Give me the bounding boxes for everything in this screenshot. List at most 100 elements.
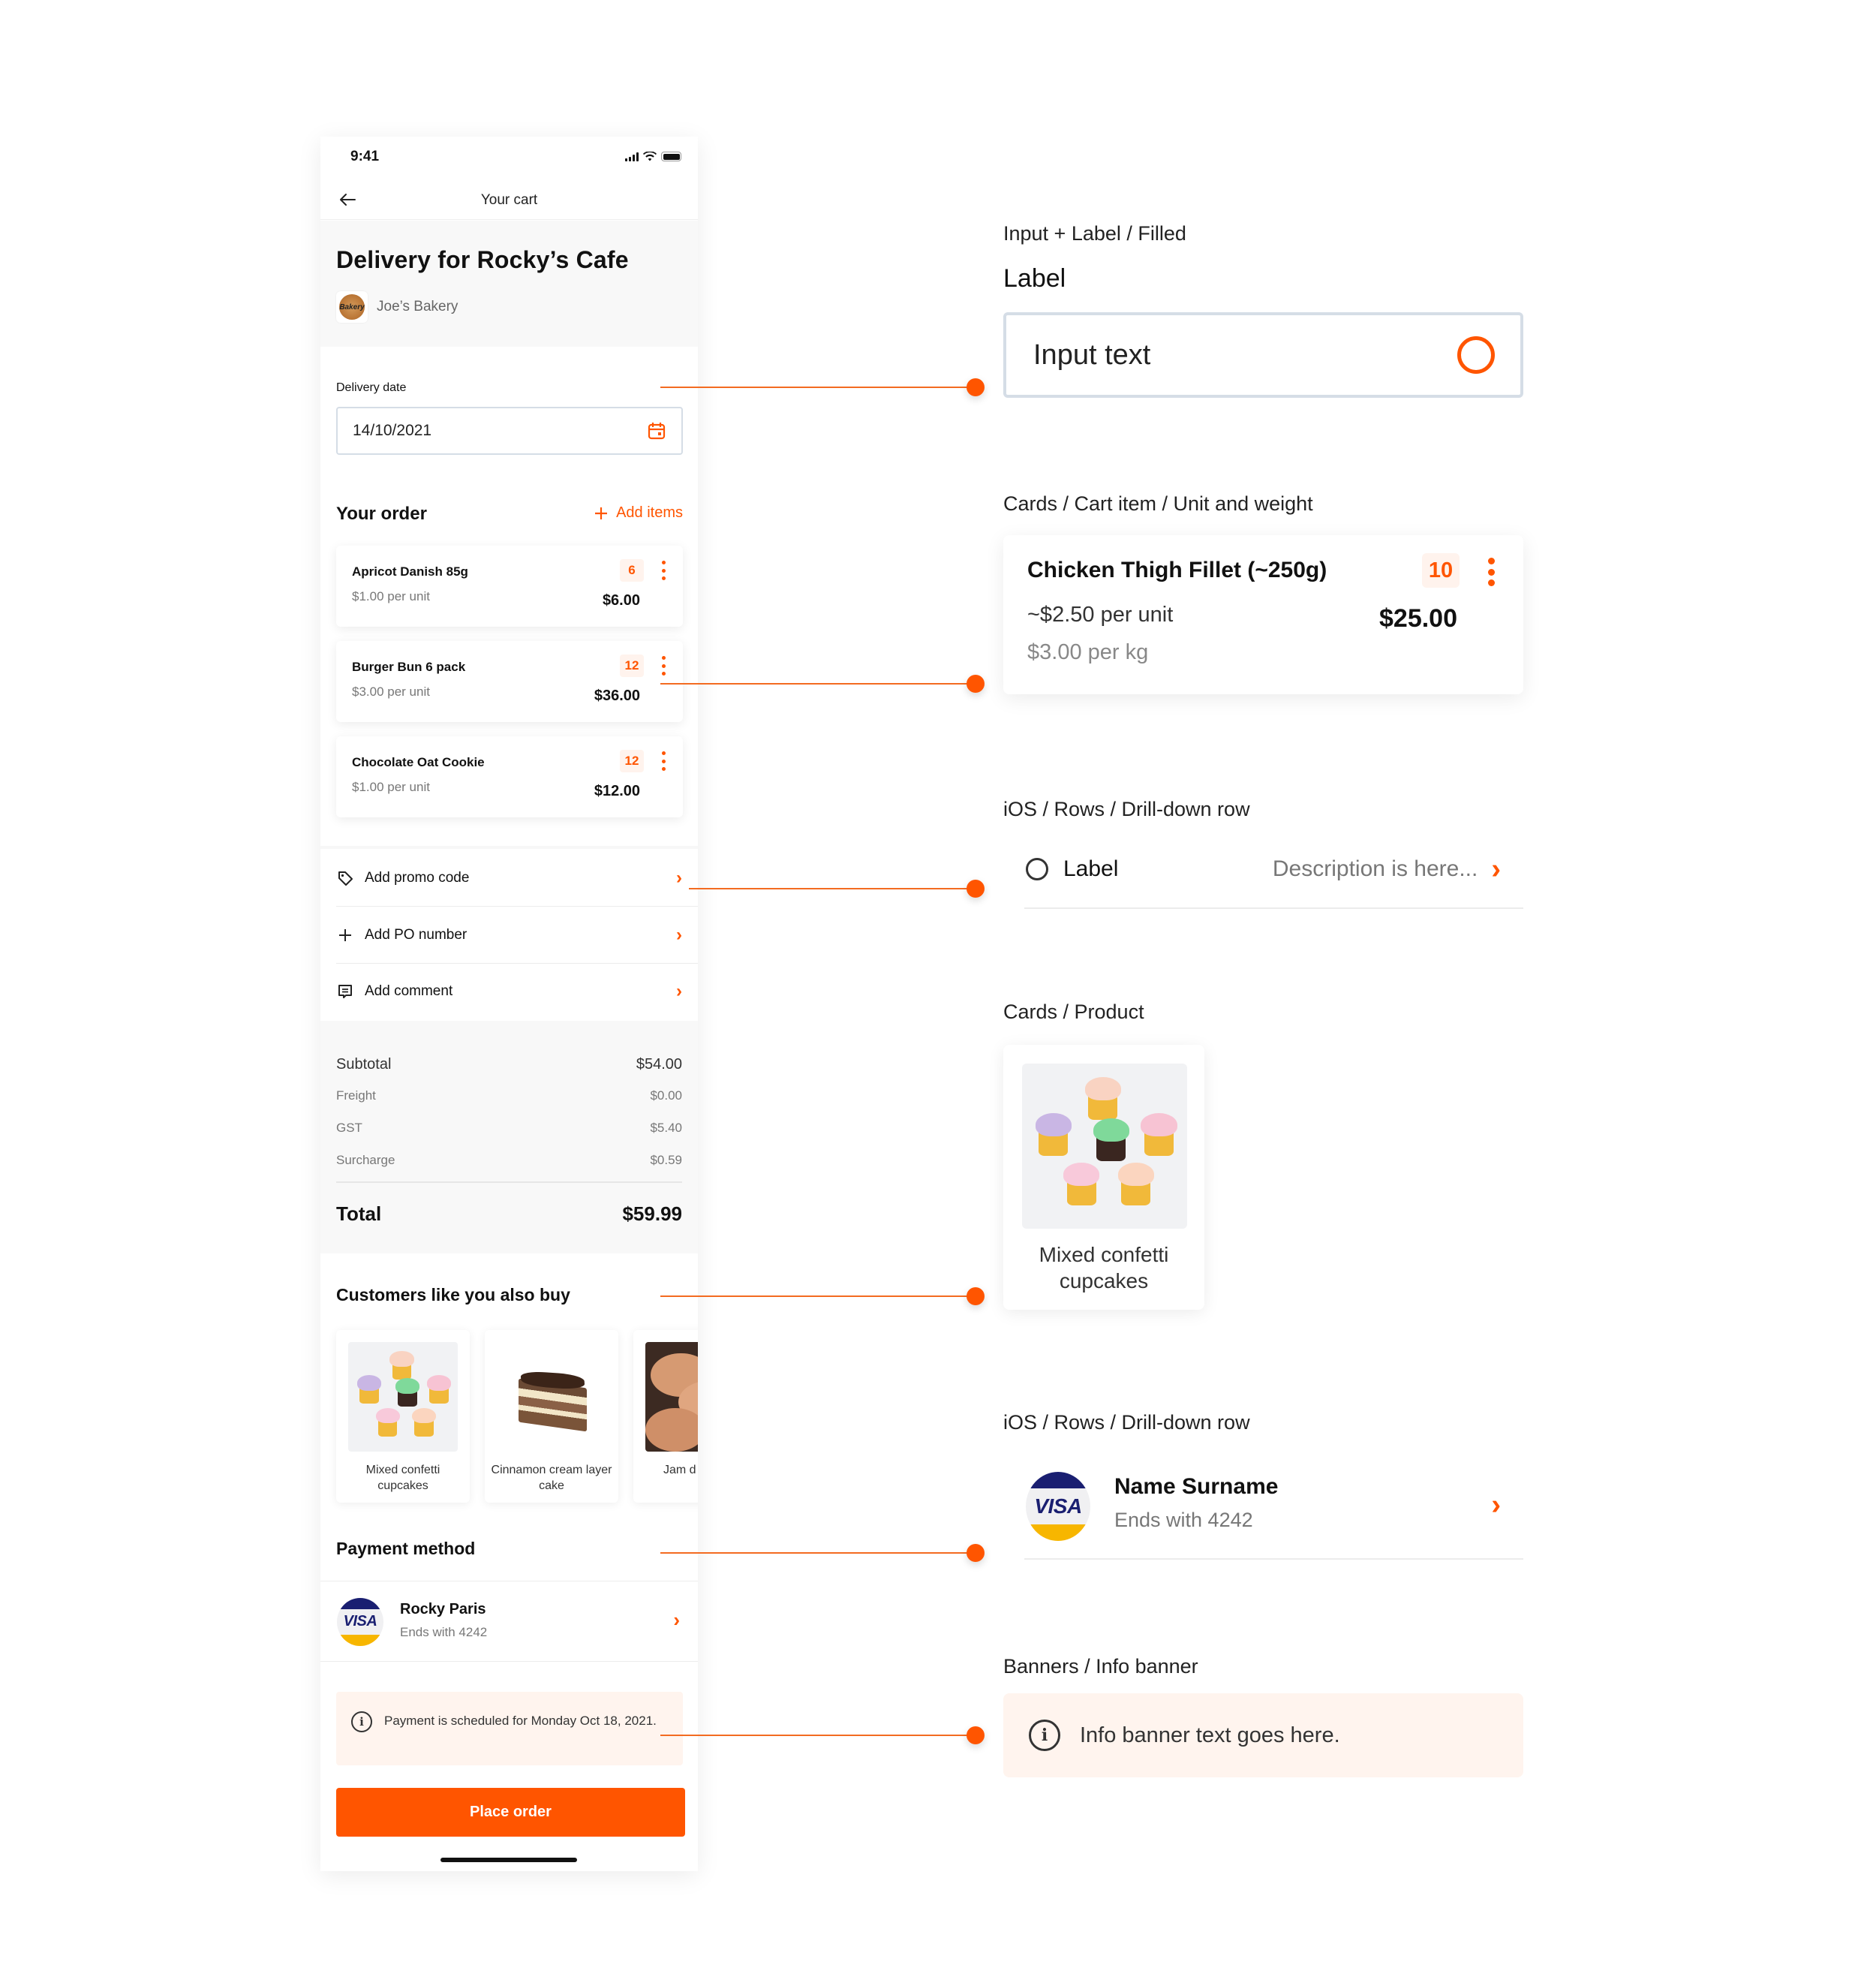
component-caption: Input + Label / Filled [1003,222,1186,245]
chevron-right-icon: › [673,1608,680,1631]
cart-item-unit-price: $1.00 per unit [352,780,430,794]
cart-item-weight-price: $3.00 per kg [1027,640,1149,664]
cardholder-name: Rocky Paris [400,1601,486,1617]
payment-drilldown-row[interactable]: VISA Name Surname Ends with 4242 › [1024,1459,1523,1560]
component-caption: iOS / Rows / Drill-down row [1003,1411,1250,1434]
more-vertical-icon[interactable] [660,561,666,580]
info-banner: i Info banner text goes here. [1003,1693,1523,1777]
connector-dot [967,880,985,898]
connector-line [660,1735,976,1736]
status-bar: 9:41 [320,137,698,180]
component-caption: iOS / Rows / Drill-down row [1003,798,1250,820]
component-caption: Banners / Info banner [1003,1655,1198,1678]
add-items-button[interactable]: Add items [594,504,683,522]
component-caption: Cards / Product [1003,1001,1144,1023]
subtotal-label: Subtotal [336,1056,392,1073]
recommended-products[interactable]: Mixed confetti cupcakes Cinnamon cream l… [336,1330,698,1503]
radio-icon[interactable] [1026,858,1048,880]
cart-item[interactable]: Chocolate Oat Cookie $1.00 per unit 12 $… [336,736,683,817]
payment-info-banner: i Payment is scheduled for Monday Oct 18… [336,1692,683,1765]
surcharge-row: Surcharge $0.59 [336,1153,682,1168]
cart-item[interactable]: Apricot Danish 85g $1.00 per unit 6 $6.0… [336,546,683,627]
chevron-right-icon: › [676,980,682,1001]
cart-item-total: $36.00 [594,688,640,704]
supplier-logo: Bakery [336,291,368,323]
product-card[interactable]: Mixed confetti cupcakes [336,1330,470,1503]
delivery-date-input[interactable]: 14/10/2021 [336,407,683,455]
connector-line [660,387,976,388]
surcharge-label: Surcharge [336,1153,395,1167]
subtotal-value: $54.00 [636,1056,682,1073]
more-vertical-icon[interactable] [1487,558,1495,586]
cart-item-unit-price: $3.00 per unit [352,685,430,699]
banner-text: Payment is scheduled for Monday Oct 18, … [384,1714,657,1728]
cart-item-total: $25.00 [1379,604,1457,633]
info-icon: i [351,1711,372,1732]
freight-label: Freight [336,1088,376,1103]
cart-item-unit-price: ~$2.50 per unit [1027,603,1174,627]
chevron-right-icon: › [1491,1489,1501,1521]
visa-card-icon: VISA [337,1598,383,1646]
input-label: Label [1003,264,1066,293]
total-label: Total [336,1202,382,1225]
drilldown-row[interactable]: Label Description is here... › [1024,831,1523,909]
page-title: Delivery for Rocky’s Cafe [336,246,629,273]
tag-icon [336,869,354,887]
home-indicator [440,1858,577,1862]
cart-item-qty[interactable]: 12 [620,654,644,677]
connector-dot [967,1287,985,1305]
cart-item[interactable]: Burger Bun 6 pack $3.00 per unit 12 $36.… [336,641,683,722]
cart-item-total: $12.00 [594,783,640,799]
circle-icon [1457,336,1495,374]
add-comment-row[interactable]: Add comment › [320,963,698,1019]
supplier: Bakery Joe’s Bakery [336,291,458,323]
cart-item-card[interactable]: Chicken Thigh Fillet (~250g) ~$2.50 per … [1003,535,1523,694]
delivery-date-label: Delivery date [336,381,407,394]
subtotal-row: Subtotal $54.00 [336,1056,682,1073]
status-time: 9:41 [350,149,380,164]
connector-dot [967,378,985,396]
info-icon: i [1029,1720,1060,1751]
place-order-button[interactable]: Place order [336,1788,685,1837]
cart-item-qty[interactable]: 6 [620,559,644,582]
gst-label: GST [336,1121,362,1135]
your-order-heading: Your order [336,504,427,524]
plus-icon [595,507,608,519]
cart-item-name: Burger Bun 6 pack [352,660,466,674]
calendar-icon[interactable] [647,421,666,441]
product-image [1022,1064,1187,1229]
text-input[interactable]: Input text [1003,312,1523,398]
product-card[interactable]: Jam d [633,1330,698,1503]
card-ending: Ends with 4242 [1114,1509,1253,1531]
freight-row: Freight $0.00 [336,1088,682,1103]
product-card[interactable]: Cinnamon cream layer cake [485,1330,618,1503]
phone-screen: 9:41 Your cart Delivery for Rocky’s Cafe… [320,137,698,1871]
product-card[interactable]: Mixed confetti cupcakes [1003,1045,1204,1310]
cart-item-qty[interactable]: 10 [1422,553,1460,588]
more-vertical-icon[interactable] [660,656,666,676]
chevron-right-icon: › [676,867,682,888]
nav-bar: Your cart [320,180,698,220]
add-promo-code-row[interactable]: Add promo code › [320,850,698,906]
cart-item-qty[interactable]: 12 [620,750,644,772]
more-vertical-icon[interactable] [660,751,666,771]
freight-value: $0.00 [650,1088,682,1103]
status-icons [625,152,681,161]
wifi-icon [643,152,657,161]
bakery-logo-icon: Bakery [339,294,365,320]
connector-line [660,683,976,685]
cellular-signal-icon [625,152,639,161]
row-description: Description is here... [1272,856,1478,881]
component-caption: Cards / Cart item / Unit and weight [1003,492,1313,515]
visa-card-icon: VISA [1026,1472,1090,1541]
recommendations-heading: Customers like you also buy [336,1285,570,1304]
connector-dot [967,675,985,693]
section-divider [320,846,698,849]
surcharge-value: $0.59 [650,1153,682,1167]
product-image [645,1342,698,1452]
product-name: Mixed confetti cupcakes [1039,1243,1169,1292]
add-po-number-row[interactable]: Add PO number › [320,907,698,963]
chevron-right-icon: › [676,924,682,945]
total-row: Total $59.99 [336,1202,682,1226]
payment-method-row[interactable]: VISA Rocky Paris Ends with 4242 › [320,1581,698,1662]
